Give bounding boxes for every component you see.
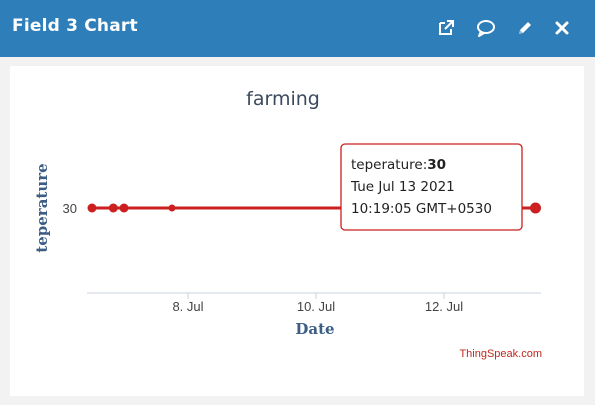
line-chart: farming teperature 30 8. Jul 10. Jul 12.… — [33, 88, 542, 360]
comment-icon[interactable] — [474, 16, 498, 40]
data-point[interactable] — [87, 203, 97, 213]
tooltip-value-line: teperature:30 — [351, 157, 446, 173]
data-point[interactable] — [108, 203, 118, 213]
close-icon[interactable] — [550, 16, 574, 40]
y-tick-label: 30 — [63, 201, 77, 216]
x-axis-label: Date — [295, 320, 334, 338]
pencil-icon[interactable] — [513, 16, 537, 40]
chart-panel: farming teperature 30 8. Jul 10. Jul 12.… — [10, 66, 584, 396]
tooltip-value: 30 — [427, 157, 446, 173]
chart-title: farming — [246, 88, 320, 110]
tooltip-date: Tue Jul 13 2021 — [350, 179, 455, 195]
data-point[interactable] — [530, 202, 541, 214]
x-tick-label: 10. Jul — [297, 299, 335, 314]
external-link-icon[interactable] — [434, 16, 458, 40]
data-point[interactable] — [168, 204, 176, 212]
x-tick-label: 8. Jul — [172, 299, 203, 314]
window-titlebar: Field 3 Chart — [0, 0, 595, 57]
chart-window: Field 3 Chart farming teperature 30 8. J… — [0, 0, 595, 405]
y-axis-label: teperature — [33, 163, 51, 252]
data-point[interactable] — [119, 203, 129, 213]
x-tick-label: 12. Jul — [425, 299, 463, 314]
window-title: Field 3 Chart — [12, 16, 138, 36]
credits-link[interactable]: ThingSpeak.com — [459, 348, 542, 360]
data-tooltip: teperature:30 Tue Jul 13 2021 10:19:05 G… — [340, 143, 523, 231]
tooltip-time: 10:19:05 GMT+0530 — [351, 201, 492, 217]
tooltip-label: teperature: — [351, 157, 427, 173]
